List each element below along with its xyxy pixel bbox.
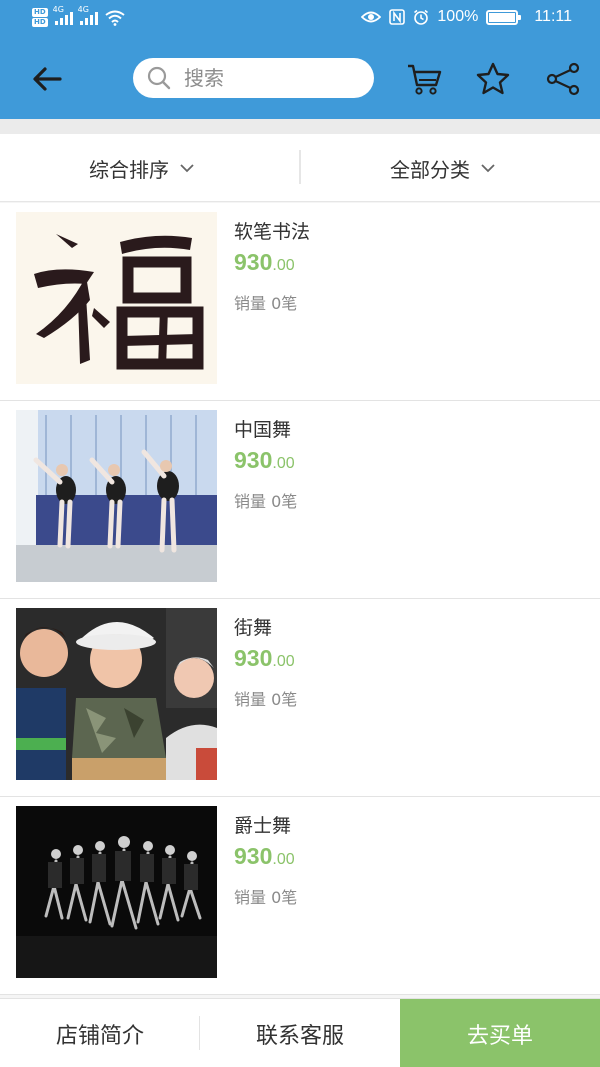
product-price: 930.00 <box>234 843 295 870</box>
filter-divider <box>299 150 301 184</box>
product-title: 软笔书法 <box>234 221 311 243</box>
nfc-icon <box>389 9 406 25</box>
signal-icon: 4G <box>78 5 98 25</box>
product-item[interactable]: 街舞 930.00 销量 0笔 <box>0 599 600 797</box>
navigation-bar <box>0 38 600 119</box>
sort-dropdown[interactable]: 综合排序 <box>89 134 195 202</box>
product-item[interactable]: 中国舞 930.00 销量 0笔 <box>0 401 600 599</box>
sort-label: 综合排序 <box>89 157 169 182</box>
price-decimal: .00 <box>272 851 295 868</box>
search-icon <box>147 66 171 90</box>
product-image-street-dance[interactable] <box>16 608 217 780</box>
wifi-icon <box>105 10 125 26</box>
share-icon[interactable] <box>544 61 582 97</box>
jazz-dance-image <box>16 806 217 978</box>
signal-icon: 4G <box>53 5 73 25</box>
product-sales: 销量 0笔 <box>234 690 298 709</box>
price-decimal: .00 <box>272 455 295 472</box>
back-arrow-icon[interactable] <box>28 62 66 96</box>
alarm-icon <box>414 9 429 25</box>
clock: 11:11 <box>534 8 572 25</box>
street-dance-image <box>16 608 217 780</box>
hd-badge-icon: HD HD <box>32 8 48 27</box>
network-type-label: 4G <box>52 5 64 14</box>
contact-service-button[interactable]: 联系客服 <box>200 999 400 1067</box>
price-decimal: .00 <box>272 257 295 274</box>
status-right: 100% 11:11 <box>361 8 572 26</box>
product-image-chinese-dance[interactable] <box>16 410 217 582</box>
product-price: 930.00 <box>234 645 295 672</box>
price-integer: 930 <box>234 645 273 671</box>
chevron-down-icon <box>180 164 194 173</box>
category-label: 全部分类 <box>390 157 470 182</box>
cart-icon[interactable] <box>405 61 443 97</box>
chevron-down-icon <box>481 164 495 173</box>
filter-bar: 综合排序 全部分类 <box>0 134 600 202</box>
product-title: 街舞 <box>234 617 273 639</box>
battery-percent: 100% <box>437 8 479 25</box>
calligraphy-image <box>16 212 217 384</box>
product-title: 中国舞 <box>234 419 292 441</box>
header-gap <box>0 119 600 134</box>
eye-icon <box>361 11 382 23</box>
battery-icon <box>486 9 522 25</box>
product-list: 软笔书法 930.00 销量 0笔 中国舞 930.00 销量 0笔 街舞 93… <box>0 203 600 995</box>
chinese-dance-image <box>16 410 217 582</box>
product-image-jazz-dance[interactable] <box>16 806 217 978</box>
bottom-action-bar: 店铺简介 联系客服 去买单 <box>0 998 600 1067</box>
price-decimal: .00 <box>272 653 295 670</box>
category-dropdown[interactable]: 全部分类 <box>390 134 496 202</box>
product-item[interactable]: 爵士舞 930.00 销量 0笔 <box>0 797 600 995</box>
price-integer: 930 <box>234 843 273 869</box>
product-image-calligraphy[interactable] <box>16 212 217 384</box>
shop-intro-button[interactable]: 店铺简介 <box>0 999 200 1067</box>
product-price: 930.00 <box>234 447 295 474</box>
product-price: 930.00 <box>234 249 295 276</box>
product-item[interactable]: 软笔书法 930.00 销量 0笔 <box>0 203 600 401</box>
network-type-label: 4G <box>77 5 89 14</box>
price-integer: 930 <box>234 447 273 473</box>
star-icon[interactable] <box>474 61 512 97</box>
price-integer: 930 <box>234 249 273 275</box>
search-input[interactable] <box>184 66 354 90</box>
app-header: HD HD 4G 4G 100% 11:11 搜索 <box>0 0 600 119</box>
search-bar[interactable] <box>133 58 374 98</box>
product-sales: 销量 0笔 <box>234 492 298 511</box>
product-title: 爵士舞 <box>234 815 292 837</box>
status-bar: HD HD 4G 4G 100% 11:11 <box>0 0 600 38</box>
buy-button[interactable]: 去买单 <box>400 999 600 1067</box>
product-sales: 销量 0笔 <box>234 888 298 907</box>
product-sales: 销量 0笔 <box>234 294 298 313</box>
status-left: HD HD 4G 4G <box>32 5 125 28</box>
